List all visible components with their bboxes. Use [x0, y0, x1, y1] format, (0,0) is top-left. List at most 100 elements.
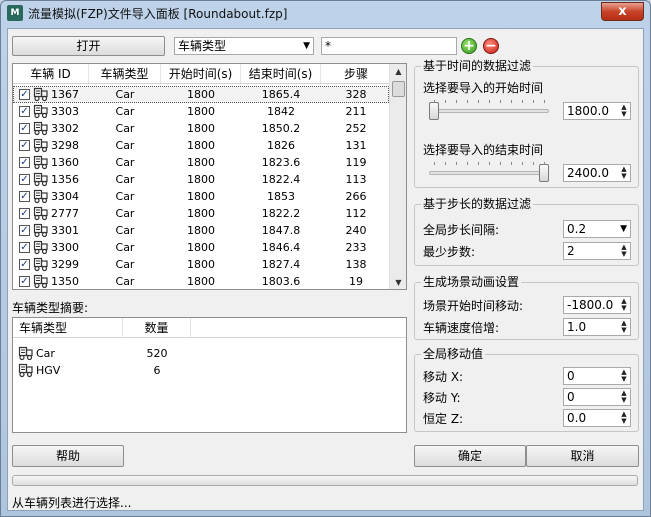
- table-row[interactable]: ✓ 1356 Car 1800 1822.4 113: [13, 171, 389, 188]
- end-time-cell: 1827.4: [261, 258, 301, 271]
- vehicle-type-cell: Car: [115, 156, 135, 169]
- step-interval-dropdown[interactable]: 0.2 ▼: [563, 220, 631, 238]
- ok-button[interactable]: 确定: [414, 445, 526, 467]
- table-row[interactable]: ✓ 1367 Car 1800 1865.4 328: [13, 86, 389, 103]
- dialog-client-area: 打开 车辆类型 ▼ * + − 车辆 ID 车辆类型 开始时间(s) 结束时间(…: [7, 28, 644, 511]
- summary-type-cell: Car: [36, 347, 55, 360]
- open-button[interactable]: 打开: [12, 36, 165, 56]
- slider-tick: [489, 162, 490, 165]
- start-time-cell: 1800: [187, 275, 215, 288]
- start-time-cell: 1800: [187, 241, 215, 254]
- spin-arrows-icon[interactable]: ▲ ▼: [619, 244, 629, 258]
- summary-col-type[interactable]: 车辆类型: [13, 318, 123, 338]
- car-icon: [33, 87, 49, 102]
- vehicle-id-cell: 3298: [51, 139, 79, 152]
- table-row[interactable]: ✓ 2777 Car 1800 1822.2 112: [13, 205, 389, 222]
- table-row[interactable]: ✓ 3303 Car 1800 1842 211: [13, 103, 389, 120]
- list-item[interactable]: HGV 6: [13, 362, 406, 379]
- close-button[interactable]: x: [601, 2, 644, 21]
- spin-arrows-icon[interactable]: ▲ ▼: [619, 320, 629, 334]
- slider-tick: [467, 100, 468, 103]
- spin-arrows-icon[interactable]: ▲ ▼: [619, 298, 629, 312]
- table-row[interactable]: ✓ 1360 Car 1800 1823.6 119: [13, 154, 389, 171]
- vehicle-list-scrollbar[interactable]: ▲ ▼: [389, 64, 406, 289]
- start-time-spinner[interactable]: 1800.0 ▲ ▼: [563, 102, 631, 120]
- scrollbar-thumb[interactable]: [392, 81, 405, 97]
- speed-multiplier-value: 1.0: [567, 320, 587, 334]
- spin-arrows-icon[interactable]: ▲ ▼: [619, 166, 629, 180]
- row-checkbox[interactable]: ✓: [19, 208, 30, 219]
- col-header-steps[interactable]: 步骤: [321, 64, 391, 84]
- plus-icon: +: [463, 38, 475, 54]
- row-checkbox[interactable]: ✓: [19, 89, 30, 100]
- slider-tick: [500, 100, 501, 103]
- summary-col-count[interactable]: 数量: [123, 318, 191, 338]
- vehicle-type-cell: Car: [115, 190, 135, 203]
- table-row[interactable]: ✓ 3298 Car 1800 1826 131: [13, 137, 389, 154]
- end-time-slider-track[interactable]: [429, 171, 549, 175]
- end-time-cell: 1822.4: [261, 173, 301, 186]
- min-steps-label: 最少步数:: [423, 245, 476, 259]
- move-y-spinner[interactable]: 0 ▲ ▼: [563, 388, 631, 406]
- col-header-vehicle-type[interactable]: 车辆类型: [89, 64, 161, 84]
- scroll-down-icon[interactable]: ▼: [392, 276, 405, 289]
- filter-value-input[interactable]: *: [321, 37, 457, 55]
- col-header-vehicle-id[interactable]: 车辆 ID: [13, 64, 89, 84]
- table-row[interactable]: ✓ 3304 Car 1800 1853 266: [13, 188, 389, 205]
- table-row[interactable]: ✓ 1350 Car 1800 1803.6 19: [13, 273, 389, 289]
- table-row[interactable]: ✓ 3302 Car 1800 1850.2 252: [13, 120, 389, 137]
- slider-tick: [522, 162, 523, 165]
- col-header-start-time[interactable]: 开始时间(s): [161, 64, 241, 84]
- row-checkbox[interactable]: ✓: [19, 123, 30, 134]
- row-checkbox[interactable]: ✓: [19, 242, 30, 253]
- help-button[interactable]: 帮助: [12, 445, 124, 467]
- row-checkbox[interactable]: ✓: [19, 106, 30, 117]
- filter-field-dropdown[interactable]: 车辆类型 ▼: [174, 37, 314, 55]
- row-checkbox[interactable]: ✓: [19, 259, 30, 270]
- type-summary-list[interactable]: 车辆类型 数量 Car 520 HGV 6: [12, 317, 407, 433]
- steps-cell: 328: [345, 88, 367, 101]
- vehicle-list-header: 车辆 ID 车辆类型 开始时间(s) 结束时间(s) 步骤: [13, 64, 391, 84]
- move-y-value: 0: [567, 390, 575, 404]
- row-checkbox[interactable]: ✓: [19, 225, 30, 236]
- row-checkbox[interactable]: ✓: [19, 174, 30, 185]
- slider-tick: [500, 162, 501, 165]
- start-time-slider-thumb[interactable]: [429, 102, 439, 120]
- cancel-button[interactable]: 取消: [526, 445, 639, 467]
- scroll-up-icon[interactable]: ▲: [392, 65, 405, 79]
- status-text: 从车辆列表进行选择...: [12, 496, 132, 510]
- col-header-end-time[interactable]: 结束时间(s): [241, 64, 321, 84]
- slider-tick: [456, 162, 457, 165]
- constant-z-spinner[interactable]: 0.0 ▲ ▼: [563, 409, 631, 427]
- slider-tick: [533, 162, 534, 165]
- end-time-cell: 1823.6: [261, 156, 301, 169]
- move-x-spinner[interactable]: 0 ▲ ▼: [563, 367, 631, 385]
- vehicle-id-cell: 1360: [51, 156, 79, 169]
- start-time-slider-track[interactable]: [429, 109, 549, 113]
- row-checkbox[interactable]: ✓: [19, 140, 30, 151]
- list-item[interactable]: Car 520: [13, 345, 406, 362]
- table-row[interactable]: ✓ 3300 Car 1800 1846.4 233: [13, 239, 389, 256]
- chevron-down-icon: ▼: [620, 224, 627, 234]
- row-checkbox[interactable]: ✓: [19, 191, 30, 202]
- row-checkbox[interactable]: ✓: [19, 157, 30, 168]
- remove-filter-button[interactable]: −: [483, 38, 499, 54]
- table-row[interactable]: ✓ 3299 Car 1800 1827.4 138: [13, 256, 389, 273]
- add-filter-button[interactable]: +: [461, 38, 477, 54]
- vehicle-list[interactable]: 车辆 ID 车辆类型 开始时间(s) 结束时间(s) 步骤 ✓ 1367 Car 18…: [12, 63, 407, 290]
- end-time-spinner[interactable]: 2400.0 ▲ ▼: [563, 164, 631, 182]
- time-offset-spinner[interactable]: -1800.0 ▲ ▼: [563, 296, 631, 314]
- spin-arrows-icon[interactable]: ▲ ▼: [619, 390, 629, 404]
- spin-arrows-icon[interactable]: ▲ ▼: [619, 369, 629, 383]
- spin-arrows-icon[interactable]: ▲ ▼: [619, 411, 629, 425]
- table-row[interactable]: ✓ 3301 Car 1800 1847.8 240: [13, 222, 389, 239]
- start-time-cell: 1800: [187, 207, 215, 220]
- end-time-slider-thumb[interactable]: [539, 164, 549, 182]
- spin-arrows-icon[interactable]: ▲ ▼: [619, 104, 629, 118]
- vehicle-type-cell: Car: [115, 241, 135, 254]
- slider-tick: [522, 100, 523, 103]
- end-time-cell: 1865.4: [261, 88, 301, 101]
- row-checkbox[interactable]: ✓: [19, 276, 30, 287]
- speed-multiplier-spinner[interactable]: 1.0 ▲ ▼: [563, 318, 631, 336]
- min-steps-spinner[interactable]: 2 ▲ ▼: [563, 242, 631, 260]
